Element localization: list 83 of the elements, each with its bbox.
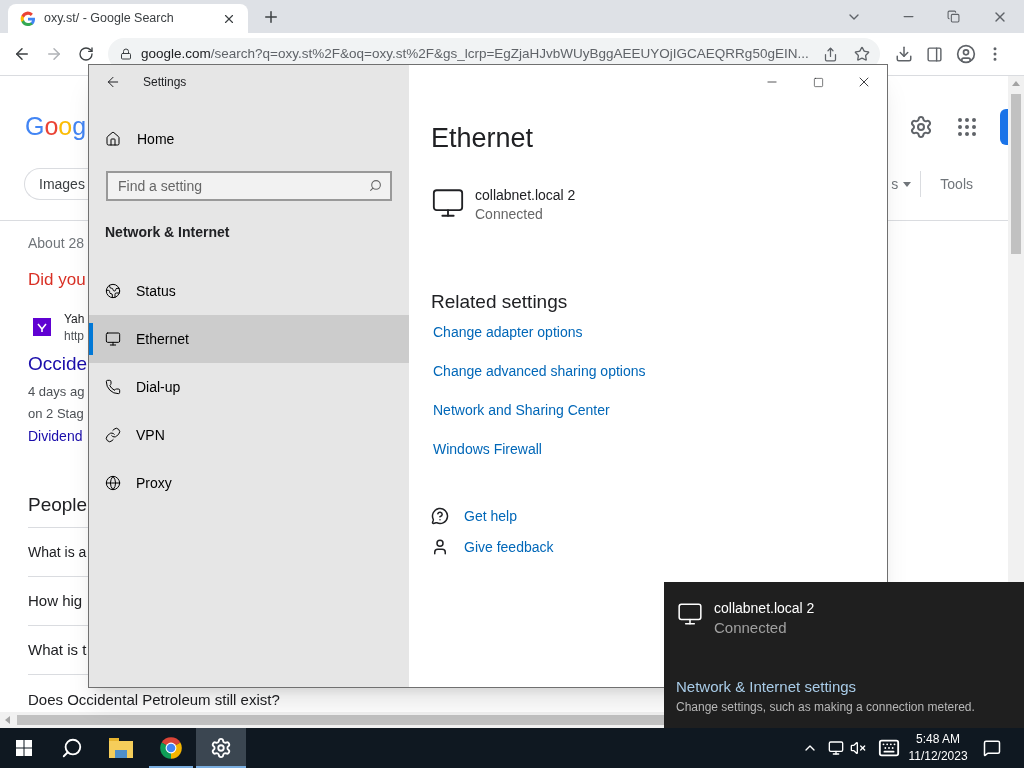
did-you-mean-text: Did you: [28, 270, 86, 290]
apps-grid-icon[interactable]: [955, 115, 979, 139]
search-icon: [61, 737, 83, 759]
search-icon: [369, 179, 382, 192]
question-text[interactable]: How hig: [28, 593, 83, 609]
taskbar-app[interactable]: [196, 728, 246, 768]
settings-link[interactable]: Network and Sharing Center: [433, 400, 610, 420]
flyout-description: Change settings, such as making a connection metered.: [676, 699, 976, 715]
network-status: Connected: [475, 205, 544, 224]
search-field[interactable]: Find a setting: [106, 171, 392, 201]
question-text[interactable]: What is t: [28, 642, 87, 658]
result-title-link[interactable]: Occide: [28, 353, 88, 375]
help-bubble-icon: [431, 507, 449, 525]
reload-icon[interactable]: [78, 46, 94, 62]
notification-icon[interactable]: [983, 739, 1001, 757]
filter-label[interactable]: s: [891, 173, 899, 195]
google-logo[interactable]: Goog: [25, 108, 87, 146]
google-g-icon: [20, 10, 36, 27]
settings-link[interactable]: Windows Firewall: [433, 439, 542, 459]
settings-link[interactable]: Network & Internet settings: [676, 678, 857, 696]
chrome-icon: [158, 735, 184, 761]
globe-icon: [105, 283, 121, 299]
folder-icon: [109, 738, 133, 758]
site-favicon: [33, 318, 51, 336]
settings-icon[interactable]: [909, 115, 933, 139]
maximize-icon: [812, 76, 824, 88]
gear-icon: [210, 737, 232, 759]
network-name[interactable]: collabnet.local 2: [475, 186, 576, 204]
site-name: Yah: [64, 311, 85, 328]
keyboard-icon[interactable]: [878, 737, 900, 759]
link-icon: [105, 427, 121, 443]
star-icon[interactable]: [854, 46, 870, 62]
home-icon: [105, 131, 121, 147]
home-item[interactable]: Home: [89, 119, 409, 159]
profile-icon[interactable]: [956, 44, 976, 64]
page-heading: Ethernet: [431, 122, 534, 155]
lock-icon: [120, 48, 132, 60]
back-icon[interactable]: [13, 45, 31, 63]
question-text[interactable]: Does Occidental Petroleum still exist?: [28, 692, 280, 708]
restore-icon[interactable]: [947, 10, 960, 23]
help-link[interactable]: Get help: [464, 505, 517, 527]
person-icon: [431, 538, 449, 556]
tools-button[interactable]: Tools: [940, 173, 973, 195]
clock[interactable]: 5:48 AM 11/12/2023: [910, 731, 966, 765]
browser-tab[interactable]: oxy.st/ - Google Search: [8, 4, 248, 33]
result-snippet: 4 days ag: [28, 384, 85, 400]
section-heading: Related settings: [431, 290, 568, 314]
windows-logo-icon: [16, 740, 32, 756]
result-snippet: on 2 Stag: [28, 406, 84, 422]
results-count: About 28: [28, 235, 85, 251]
nav-item[interactable]: Ethernet: [89, 315, 409, 363]
nav-item[interactable]: Proxy: [89, 459, 409, 507]
sign-in-button[interactable]: [1000, 109, 1008, 145]
back-icon[interactable]: [105, 74, 121, 90]
tab-title: oxy.st/ - Google Search: [44, 10, 175, 28]
url-text: google.com/search?q=oxy.st%2F&oq=oxy.st%2F&gs_lcrp=EgZjaHJvbWUyBggAEEUYOjIGCAEQRRg50gEIN...: [141, 44, 810, 63]
question-text[interactable]: What is a: [28, 544, 87, 560]
download-icon[interactable]: [895, 45, 913, 63]
nav-item[interactable]: Dial-up: [89, 363, 409, 411]
network-status: Connected: [714, 618, 788, 638]
nav-item[interactable]: Status: [89, 267, 409, 315]
new-tab-icon[interactable]: [262, 8, 280, 26]
settings-link[interactable]: Change adapter options: [433, 322, 583, 342]
side-panel-icon[interactable]: [926, 45, 943, 63]
section-title: Network & Internet: [105, 223, 231, 241]
window-title: Settings: [143, 74, 187, 91]
section-heading: People: [28, 493, 88, 517]
help-link[interactable]: Give feedback: [464, 536, 554, 558]
network-icon[interactable]: [828, 740, 844, 756]
result-sitelink[interactable]: Dividend: [28, 428, 83, 444]
site-url: http: [64, 328, 85, 344]
network-name[interactable]: collabnet.local 2: [714, 599, 815, 617]
nav-item[interactable]: VPN: [89, 411, 409, 459]
caret-icon: [903, 181, 912, 187]
monitor-icon: [677, 601, 703, 627]
globe-icon: [105, 475, 121, 491]
scrollbar-thumb[interactable]: [1011, 94, 1021, 254]
share-icon[interactable]: [823, 46, 838, 62]
monitor-icon: [431, 186, 465, 220]
phone-icon: [105, 379, 121, 395]
settings-link[interactable]: Change advanced sharing options: [433, 361, 646, 381]
volume-muted-icon[interactable]: [850, 740, 866, 756]
monitor-icon: [105, 331, 121, 347]
